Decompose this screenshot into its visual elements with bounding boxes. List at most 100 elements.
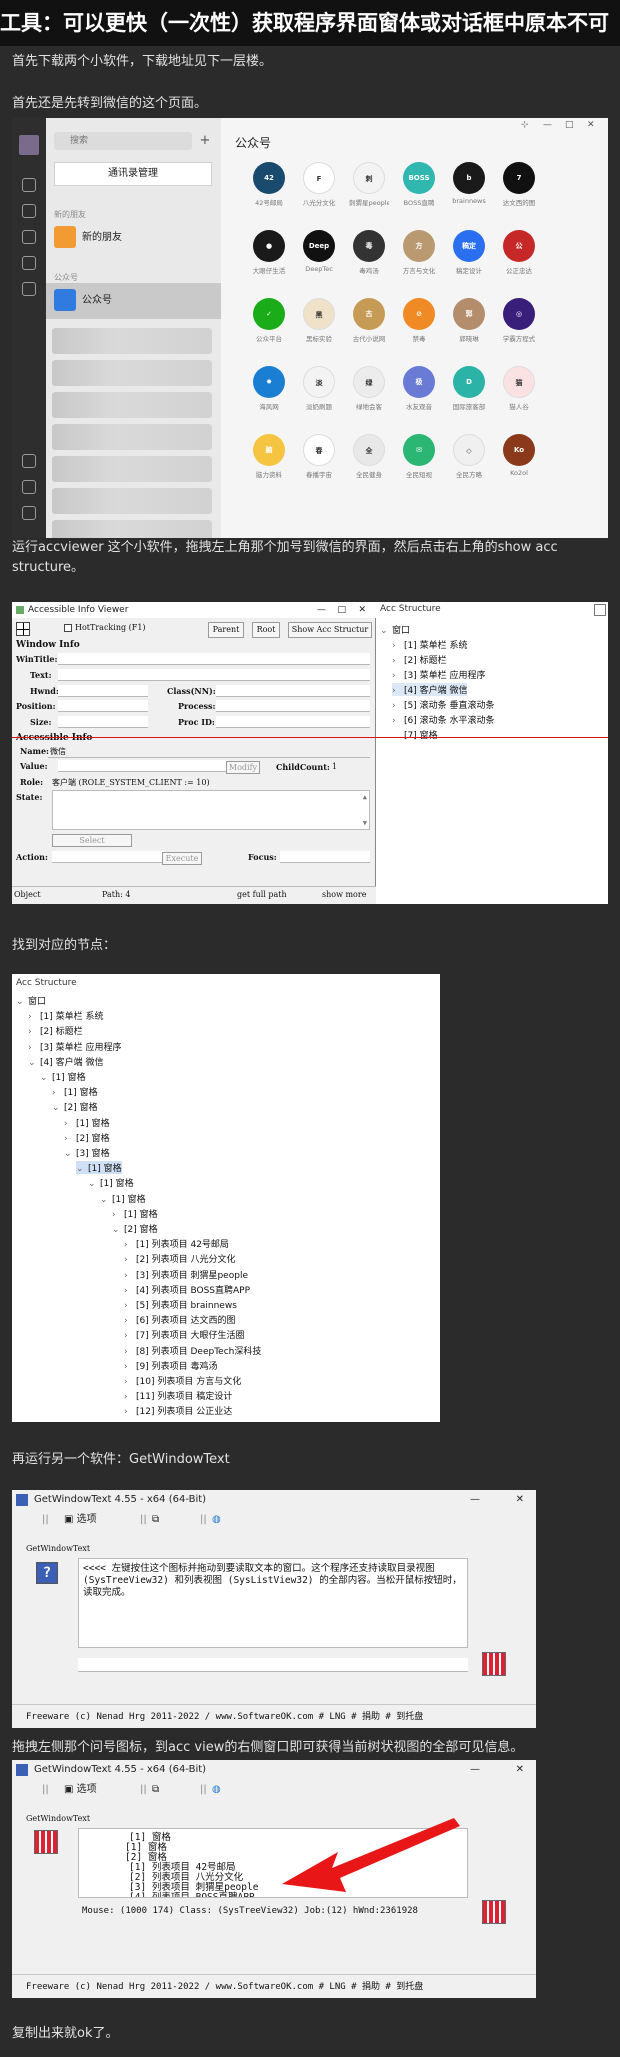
get-full-path-button[interactable]: get full path xyxy=(237,890,287,899)
tree-node[interactable]: › [1] 列表项目 42号邮局 xyxy=(124,1237,229,1250)
pin-icon[interactable]: ⊹ xyxy=(521,120,529,130)
account-tile[interactable]: 古古代小说网 xyxy=(349,298,389,350)
tree-node[interactable]: › [6] 列表项目 达文西的图 xyxy=(124,1313,235,1326)
expand-icon[interactable]: ⌄ xyxy=(88,1179,100,1189)
expand-icon[interactable]: ⌄ xyxy=(52,1103,64,1113)
position-field[interactable] xyxy=(58,700,148,712)
tree-node[interactable]: › [2] 标题栏 xyxy=(392,653,447,666)
menu-icon[interactable] xyxy=(22,506,36,520)
minimize-icon[interactable]: — xyxy=(470,1760,480,1780)
folder-icon[interactable] xyxy=(22,256,36,270)
tree-node[interactable]: › [1] 窗格 xyxy=(52,1085,98,1098)
collapse-icon[interactable]: › xyxy=(28,1043,40,1053)
tree-node[interactable]: ⌄ 窗口 xyxy=(380,623,410,636)
collapse-icon[interactable]: › xyxy=(64,1119,76,1129)
expand-icon[interactable]: ⌄ xyxy=(100,1195,112,1205)
collapse-icon[interactable]: › xyxy=(124,1255,136,1265)
add-icon[interactable]: + xyxy=(196,132,214,150)
avatar[interactable] xyxy=(19,135,39,155)
expand-icon[interactable]: ⌄ xyxy=(16,997,28,1007)
blurred-contact[interactable] xyxy=(52,392,212,418)
minimize-icon[interactable]: — xyxy=(543,120,552,130)
tree-node[interactable]: › [2] 列表项目 八光分文化 xyxy=(124,1252,235,1265)
tree-node[interactable]: › [9] 列表项目 毒鸡汤 xyxy=(124,1359,217,1372)
collapse-icon[interactable]: › xyxy=(124,1407,136,1417)
blurred-contact[interactable] xyxy=(52,328,212,354)
expand-icon[interactable]: ⌄ xyxy=(40,1073,52,1083)
hot-tracking-checkbox[interactable] xyxy=(64,624,72,632)
miniprogram-icon[interactable] xyxy=(22,454,36,468)
collapse-icon[interactable]: › xyxy=(52,1088,64,1098)
account-tile[interactable]: 春春播宇宙 xyxy=(299,434,339,486)
contacts-manage-button[interactable]: 通讯录管理 xyxy=(54,162,212,186)
gwt-footer[interactable]: Freeware (c) Nenad Hrg 2011-2022 / www.S… xyxy=(12,1974,536,1998)
account-tile[interactable]: b brainnews xyxy=(449,162,489,214)
expand-icon[interactable]: ⌄ xyxy=(64,1149,76,1159)
tree-node[interactable]: ⌄ 窗口 xyxy=(16,994,46,1007)
copy-icon[interactable]: ⧉ xyxy=(152,1780,159,1800)
crosshair-drag-icon[interactable] xyxy=(16,622,30,636)
tree-node[interactable]: › [3] 列表项目 刺猬星people xyxy=(124,1268,248,1281)
blurred-contact[interactable] xyxy=(52,456,212,482)
blurred-contact[interactable] xyxy=(52,488,212,514)
options-menu[interactable]: ▣ 选项 xyxy=(64,1510,97,1530)
hwnd-field[interactable] xyxy=(58,685,148,697)
question-drag-icon[interactable]: ? xyxy=(36,1562,58,1584)
tree-node[interactable]: › [10] 列表项目 方言与文化 xyxy=(124,1374,241,1387)
minimize-icon[interactable]: — xyxy=(317,602,326,618)
blurred-contact[interactable] xyxy=(52,520,212,538)
tree-node[interactable]: › [1] 菜单栏 系统 xyxy=(392,638,467,651)
expand-icon[interactable]: ⌄ xyxy=(76,1164,88,1174)
root-button[interactable]: Root xyxy=(252,622,280,638)
expand-icon[interactable]: ⌄ xyxy=(28,1058,40,1068)
tree-node[interactable]: › [8] 列表项目 DeepTech深科技 xyxy=(124,1344,261,1357)
new-friends-item[interactable]: 新的朋友 xyxy=(46,220,221,256)
close-icon[interactable]: ✕ xyxy=(587,120,595,130)
maximize-icon[interactable]: □ xyxy=(337,602,346,618)
tree-node[interactable]: ⌄ [2] 窗格 xyxy=(52,1100,98,1113)
tree-node[interactable]: ⌄ [1] 窗格 xyxy=(40,1070,86,1083)
tree-node[interactable]: › [4] 列表项目 BOSS直聘APP xyxy=(124,1283,250,1296)
collapse-icon[interactable]: › xyxy=(124,1362,136,1372)
expand-icon[interactable]: ⌄ xyxy=(112,1225,124,1235)
wintitle-field[interactable] xyxy=(58,653,370,665)
gwt-text-output[interactable]: <<<< 左键按住这个图标并拖动到要读取文本的窗口。这个程序还支持读取目录视图 … xyxy=(78,1558,468,1648)
process-field[interactable] xyxy=(216,700,370,712)
phone-icon[interactable] xyxy=(22,480,36,494)
gwt-footer[interactable]: Freeware (c) Nenad Hrg 2011-2022 / www.S… xyxy=(12,1704,536,1728)
account-tile[interactable]: 公公正忠达 xyxy=(499,230,539,282)
tree-node[interactable]: › [5] 列表项目 brainnews xyxy=(124,1298,237,1311)
list-grab-icon[interactable] xyxy=(34,1830,58,1854)
collapse-icon[interactable]: › xyxy=(64,1134,76,1144)
account-tile[interactable]: 绿绿地会客 xyxy=(349,366,389,418)
tree-node[interactable]: › [6] 滚动条 水平滚动条 xyxy=(392,713,494,726)
value-field[interactable] xyxy=(58,760,228,772)
collapse-icon[interactable]: › xyxy=(28,1012,40,1022)
account-tile[interactable]: 毒毒鸡汤 xyxy=(349,230,389,282)
chat-icon[interactable] xyxy=(22,178,36,192)
collapse-icon[interactable]: › xyxy=(124,1271,136,1281)
tree-node[interactable]: › [3] 菜单栏 应用程序 xyxy=(392,668,485,681)
action-field[interactable] xyxy=(52,851,164,863)
tree-node[interactable]: › [5] 滚动条 垂直滚动条 xyxy=(392,698,494,711)
tree-node-selected[interactable]: › [4] 客户端 微信 xyxy=(392,683,468,696)
account-tile[interactable]: F 八光分文化 xyxy=(299,162,339,214)
focus-field[interactable] xyxy=(280,851,370,863)
tree-node[interactable]: › [1] 菜单栏 系统 xyxy=(28,1009,103,1022)
account-tile[interactable]: 7 达文西的图 xyxy=(499,162,539,214)
tree-node[interactable]: › [1] 窗格 xyxy=(64,1116,110,1129)
tree-node[interactable]: › [7] 列表项目 大眼仔生活圈 xyxy=(124,1328,244,1341)
tree-node[interactable]: › [3] 菜单栏 应用程序 xyxy=(28,1040,121,1053)
collapse-icon[interactable]: › xyxy=(124,1377,136,1387)
search-input[interactable]: 搜索 xyxy=(54,132,192,150)
account-tile[interactable]: ⊘ 禁毒 xyxy=(399,298,439,350)
class-field[interactable] xyxy=(216,685,370,697)
cube-icon[interactable] xyxy=(22,230,36,244)
collapse-icon[interactable]: › xyxy=(124,1240,136,1250)
account-tile[interactable]: 脑脑力资料 xyxy=(249,434,289,486)
account-tile[interactable]: 刺刺猬星people xyxy=(349,162,389,214)
close-icon[interactable]: ✕ xyxy=(516,1760,524,1780)
maximize-icon[interactable]: □ xyxy=(565,120,574,130)
account-tile[interactable]: 猫猫人谷 xyxy=(499,366,539,418)
account-tile[interactable]: 极水友观音 xyxy=(399,366,439,418)
